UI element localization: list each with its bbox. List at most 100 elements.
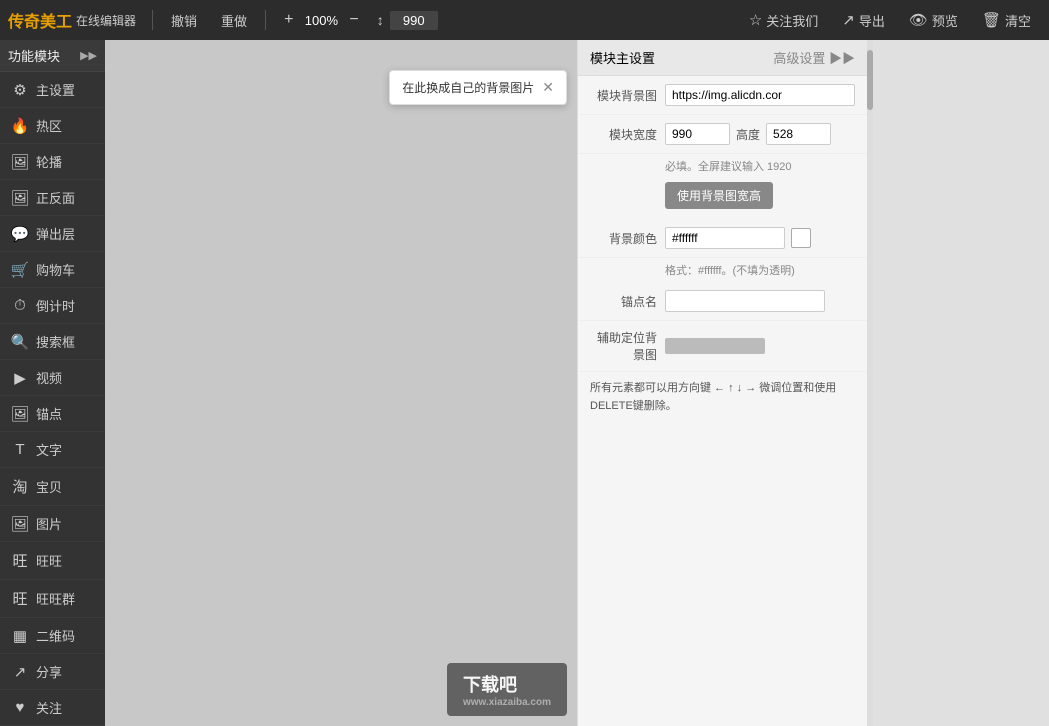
sidebar-item-main-settings[interactable]: ⚙ 主设置 [0,72,105,108]
topbar-right-actions: ☆ 关注我们 ↗ 导出 👁 预览 🗑 清空 [739,7,1041,34]
sidebar-item-qrcode[interactable]: ▦ 二维码 [0,618,105,654]
sidebar-icon-wangwang: 旺 [10,550,30,571]
sidebar-item-follow[interactable]: ♥ 关注 [0,690,105,726]
aux-bg-row: 辅助定位背景图 [578,321,867,372]
follow-icon: ☆ [749,11,762,29]
sidebar-item-hotzone[interactable]: 🔥 热区 [0,108,105,144]
module-settings: 模块主设置 高级设置 ▶▶ 模块背景图 模块宽度 [578,40,867,423]
sidebar-icon-anchor: 🖼 [10,405,30,423]
bg-color-row: 背景颜色 [578,219,867,258]
logo-area: 传奇美工 在线编辑器 [8,8,136,32]
sidebar-icon-qrcode: ▦ [10,627,30,645]
sidebar-icon-wangwang-group: 旺 [10,588,30,609]
sidebar-item-popup[interactable]: 💬 弹出层 [0,216,105,252]
sidebar-item-search[interactable]: 🔍 搜索框 [0,324,105,360]
sidebar-icon-hotzone: 🔥 [10,117,30,135]
sidebar-item-share[interactable]: ↗ 分享 [0,654,105,690]
export-button[interactable]: ↗ 导出 [832,7,895,34]
aux-bg-value [665,338,855,354]
bg-image-row: 模块背景图 [578,76,867,115]
sidebar-icon-search: 🔍 [10,333,30,351]
sidebar-icon-popup: 💬 [10,225,30,243]
info-text: 所有元素都可以用方向键 ← ↑ ↓ → 微调位置和使用DELETE键删除。 [578,372,867,423]
sidebar-item-taobao[interactable]: 淘 宝贝 [0,468,105,506]
sidebar-icon-follow: ♥ [10,699,30,716]
module-header-arrow: 高级设置 ▶▶ [773,48,855,67]
bg-image-label: 模块背景图 [590,87,665,104]
clear-icon: 🗑 [982,11,1001,29]
zoom-in-button[interactable]: + [278,9,299,31]
sidebar-item-image[interactable]: 🖼 图片 [0,506,105,542]
sidebar-item-video[interactable]: ▶ 视频 [0,360,105,396]
sidebar-label-image: 图片 [36,514,62,533]
zoom-out-button[interactable]: − [343,9,364,31]
sidebar-item-countdown[interactable]: ⏱ 倒计时 [0,288,105,324]
watermark-url: www.xiazaiba.com [463,697,551,708]
bg-color-value [665,227,855,249]
zoom-area: + 100% − [278,9,365,31]
tooltip-message: 在此换成自己的背景图片 [402,79,534,96]
sidebar-icon-image: 🖼 [10,515,30,533]
topbar-separator-1 [152,10,153,30]
redo-button[interactable]: 重做 [211,7,257,34]
preview-button[interactable]: 👁 预览 [899,7,968,34]
sidebar-header-label: 功能模块 [8,46,60,65]
aux-bg-bar [665,338,765,354]
width-hint: 必填。全屏建议输入 1920 [578,154,867,178]
export-icon: ↗ [842,11,855,29]
sidebar: 功能模块 ▶▶ ⚙ 主设置 🔥 热区 🖼 轮播 🖼 正反面 💬 弹出层 🛒 购物… [0,40,105,726]
sidebar-item-anchor[interactable]: 🖼 锚点 [0,396,105,432]
anchor-value [665,290,855,312]
sidebar-label-front-back: 正反面 [36,188,75,207]
sidebar-label-search: 搜索框 [36,332,75,351]
sidebar-icon-video: ▶ [10,369,30,387]
anchor-input[interactable] [665,290,825,312]
sidebar-label-carousel: 轮播 [36,152,62,171]
anchor-row: 锚点名 [578,282,867,321]
main-layout: 功能模块 ▶▶ ⚙ 主设置 🔥 热区 🖼 轮播 🖼 正反面 💬 弹出层 🛒 购物… [0,40,1049,726]
sidebar-icon-text: T [10,441,30,458]
bg-color-label: 背景颜色 [590,230,665,247]
watermark-text: 下载吧 [463,671,551,697]
clear-button[interactable]: 🗑 清空 [972,7,1041,34]
cancel-button[interactable]: 撤销 [161,7,207,34]
topbar: 传奇美工 在线编辑器 撤销 重做 + 100% − ↕ ☆ 关注我们 ↗ 导出 … [0,0,1049,40]
bg-image-input[interactable] [665,84,855,106]
tooltip-box: 在此换成自己的背景图片 ✕ [389,70,567,105]
sidebar-item-carousel[interactable]: 🖼 轮播 [0,144,105,180]
tooltip-close-button[interactable]: ✕ [542,79,554,96]
follow-button[interactable]: ☆ 关注我们 [739,7,828,34]
color-hint: 格式：#ffffff。(不填为透明) [578,258,867,282]
use-bg-size-button[interactable]: 使用背景图宽高 [665,182,773,209]
height-icon: ↕ [373,10,388,30]
sidebar-item-wangwang[interactable]: 旺 旺旺 [0,542,105,580]
height-area: ↕ [373,10,438,30]
sidebar-label-main-settings: 主设置 [36,80,75,99]
sidebar-item-text[interactable]: T 文字 [0,432,105,468]
sidebar-label-share: 分享 [36,662,62,681]
anchor-label: 锚点名 [590,293,665,310]
advanced-label: 高级设置 [773,51,825,66]
module-height-input[interactable] [766,123,831,145]
sidebar-label-video: 视频 [36,368,62,387]
sidebar-item-wangwang-group[interactable]: 旺 旺旺群 [0,580,105,618]
color-swatch[interactable] [791,228,811,248]
bg-color-input[interactable] [665,227,785,249]
aux-bg-label: 辅助定位背景图 [590,329,665,363]
watermark: 下载吧 www.xiazaiba.com [447,663,567,716]
bg-image-value [665,84,855,106]
module-header-title: 模块主设置 [590,48,655,67]
sidebar-label-cart: 购物车 [36,260,75,279]
sidebar-header: 功能模块 ▶▶ [0,40,105,72]
height-input[interactable] [390,11,438,30]
sidebar-label-qrcode: 二维码 [36,626,75,645]
sidebar-item-cart[interactable]: 🛒 购物车 [0,252,105,288]
canvas-background [105,40,577,726]
sidebar-collapse-icon[interactable]: ▶▶ [80,49,97,62]
canvas-area[interactable]: 在此换成自己的背景图片 ✕ 下载吧 www.xiazaiba.com [105,40,577,726]
scrollbar-thumb[interactable] [867,50,873,110]
width-input[interactable] [665,123,730,145]
width-value: 高度 [665,123,855,145]
right-scrollbar[interactable] [867,40,873,726]
sidebar-item-front-back[interactable]: 🖼 正反面 [0,180,105,216]
